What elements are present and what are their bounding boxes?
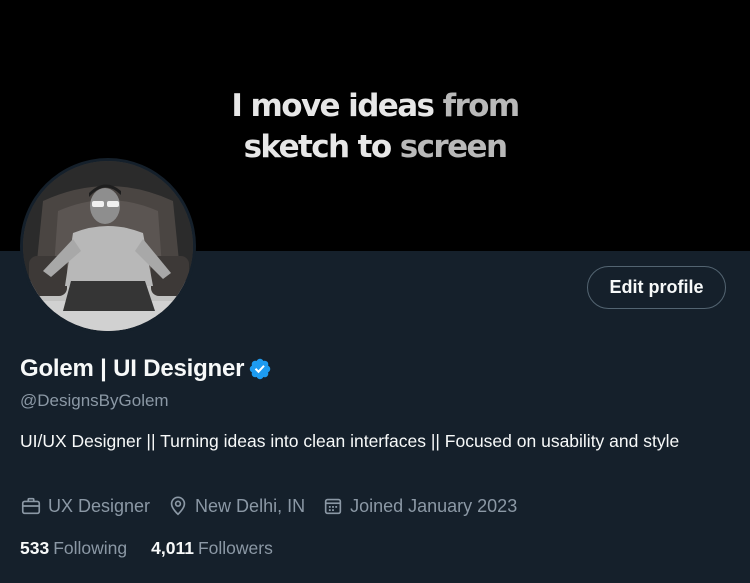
meta-joined: Joined January 2023 [322,495,517,517]
banner-line2-strong: sketch to [243,129,400,165]
banner-line1-strong: I move ideas [231,88,443,124]
location-text: New Delhi, IN [195,495,306,516]
name-row: Golem | UI Designer [20,355,272,383]
bio-text: UI/UX Designer || Turning ideas into cle… [20,431,680,451]
profile-meta: UX Designer New Delhi, IN Joined January… [20,495,534,517]
location-pin-icon [170,496,186,516]
profession-text: UX Designer [48,495,151,516]
following-label: Following [53,538,128,558]
user-handle: @DesignsByGolem [20,391,169,410]
edit-profile-button[interactable]: Edit profile [587,266,726,309]
banner-headline: I move ideas from sketch to screen [0,86,750,168]
followers-link[interactable]: 4,011 Followers [151,538,273,559]
following-count: 533 [20,538,50,558]
following-link[interactable]: 533 Following [20,538,127,559]
meta-profession: UX Designer [20,495,150,517]
verified-badge-icon[interactable] [248,357,272,381]
banner-line2-fade: screen [399,129,508,165]
followers-count: 4,011 [151,538,194,558]
briefcase-icon [21,497,41,515]
display-name: Golem | UI Designer [20,355,245,382]
follow-stats: 533 Following 4,011 Followers [20,538,297,559]
followers-label: Followers [197,538,273,558]
calendar-icon [324,498,342,515]
avatar[interactable] [20,158,196,334]
avatar-photo [23,161,193,331]
banner-line1-fade: from [442,88,521,124]
joined-text: Joined January 2023 [350,495,518,516]
meta-location: New Delhi, IN [167,495,305,517]
